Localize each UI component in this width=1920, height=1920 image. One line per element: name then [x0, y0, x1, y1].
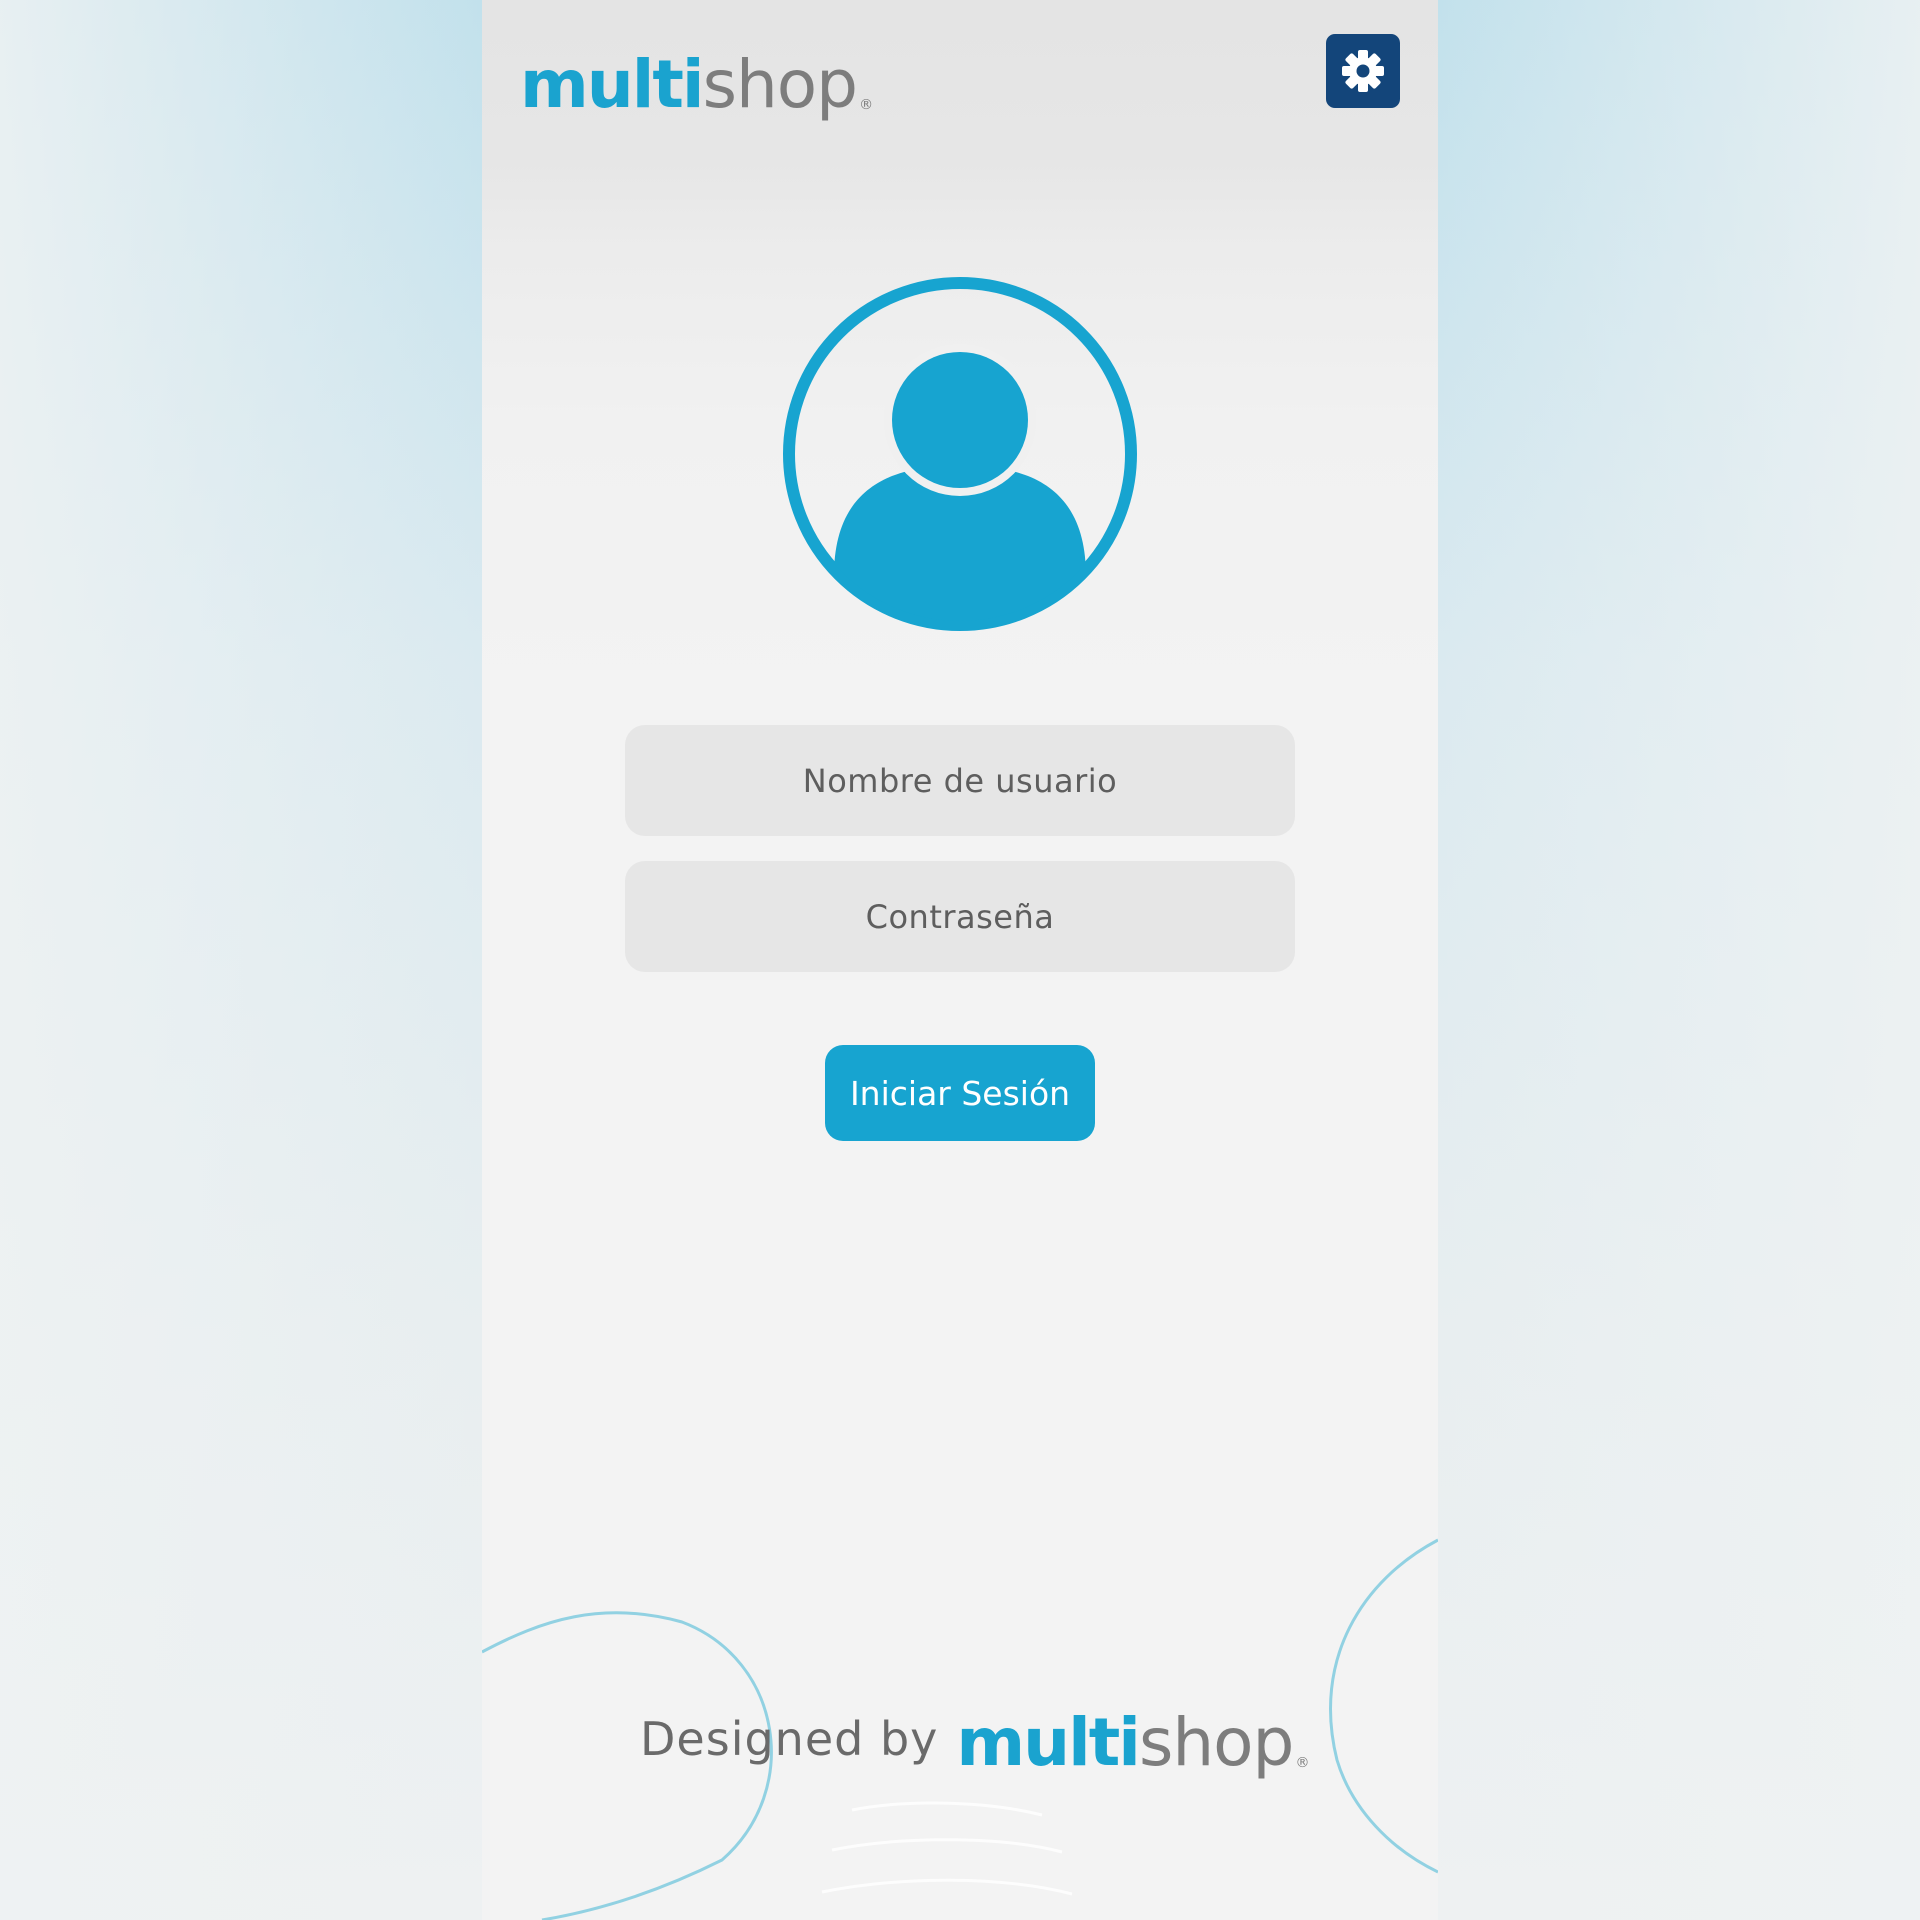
logo-registered-mark: ® — [859, 97, 874, 113]
password-placeholder: Contraseña — [865, 897, 1055, 936]
footer-logo-light: shop — [1138, 1704, 1294, 1781]
footer-credit: Designed by multi shop ® — [640, 1686, 1309, 1776]
login-button-label: Iniciar Sesión — [849, 1073, 1071, 1113]
footer-prefix: Designed by — [640, 1712, 939, 1766]
settings-button[interactable] — [1326, 34, 1400, 108]
app-screen: multi shop ® Nombre de usuario Contraseñ… — [482, 0, 1438, 1920]
footer-logo-registered-mark: ® — [1295, 1755, 1310, 1771]
username-field[interactable]: Nombre de usuario — [625, 725, 1295, 836]
footer-logo: multi shop ® — [956, 1710, 1309, 1776]
background-left — [0, 0, 482, 1920]
password-field[interactable]: Contraseña — [625, 861, 1295, 972]
login-button[interactable]: Iniciar Sesión — [825, 1045, 1095, 1141]
user-avatar-icon — [783, 277, 1137, 631]
logo-text-light: shop — [702, 46, 858, 123]
background-right — [1438, 0, 1920, 1920]
gear-icon — [1342, 50, 1384, 92]
username-placeholder: Nombre de usuario — [802, 761, 1118, 800]
logo-text-bold: multi — [520, 46, 705, 123]
footer-logo-bold: multi — [956, 1704, 1141, 1781]
app-logo: multi shop ® — [520, 28, 873, 118]
